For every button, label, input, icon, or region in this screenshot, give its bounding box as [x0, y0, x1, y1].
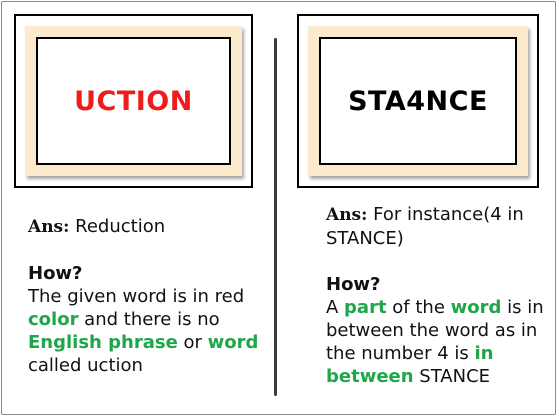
puzzle-card-right: STA4NCE [319, 37, 517, 165]
ans-label-right: Ans: [326, 205, 368, 225]
puzzle-panel-left: UCTION [14, 14, 253, 188]
ans-text-left: Reduction [69, 216, 166, 237]
how-label-left: How? [28, 263, 83, 284]
how-label-right: How? [326, 274, 381, 295]
expl-highlight: color [28, 309, 79, 330]
answer-column-left: Ans: Reduction How? The given word is in… [28, 215, 264, 377]
expl-text: and there is no [78, 309, 220, 330]
vertical-divider [274, 38, 277, 396]
puzzle-mat-right: STA4NCE [308, 26, 528, 176]
expl-highlight: English phrase [28, 332, 178, 353]
ans-label-left: Ans: [28, 217, 70, 237]
puzzle-panel-right: STA4NCE [297, 14, 539, 188]
answer-column-right: Ans: For instance(4 in STANCE) How? A pa… [326, 203, 552, 388]
puzzle-word-left: UCTION [74, 85, 193, 117]
explanation-left: The given word is in red color and there… [28, 285, 264, 377]
puzzle-word-right: STA4NCE [348, 85, 488, 117]
expl-highlight: word [450, 297, 502, 318]
expl-text: The given word is in red [28, 286, 245, 307]
expl-text: STANCE [413, 366, 491, 387]
expl-highlight: word [207, 332, 259, 353]
puzzle-mat-left: UCTION [25, 26, 242, 176]
answer-line-left: Ans: Reduction [28, 215, 264, 239]
expl-text: A [326, 297, 345, 318]
expl-text: of the [386, 297, 451, 318]
explanation-right: A part of the word is in between the wor… [326, 296, 552, 388]
expl-text: called uction [28, 355, 143, 376]
answer-line-right: Ans: For instance(4 in STANCE) [326, 203, 552, 250]
expl-text: or [177, 332, 208, 353]
puzzle-card-left: UCTION [36, 37, 231, 165]
expl-highlight: part [344, 297, 387, 318]
